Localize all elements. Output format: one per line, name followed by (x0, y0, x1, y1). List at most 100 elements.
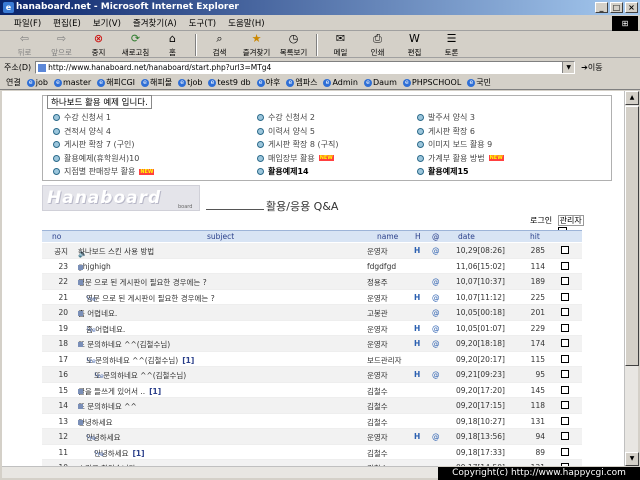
admin-link[interactable]: 관리자 (557, 215, 584, 226)
author-name[interactable]: 운영자 (367, 370, 388, 381)
select-checkbox[interactable] (561, 354, 569, 363)
example-link[interactable]: 이미지 보드 활용 9 (417, 139, 492, 150)
example-link[interactable]: 수강 신청서 2 (257, 112, 315, 123)
edit-button[interactable]: W 편집 (396, 32, 433, 58)
select-checkbox[interactable] (561, 370, 569, 378)
example-link[interactable]: 게시판 확장 8 (구직) (257, 139, 338, 150)
email-icon[interactable]: @ (432, 432, 440, 441)
example-link[interactable]: 매입장부 활용 NEW (257, 153, 334, 164)
select-checkbox[interactable] (561, 339, 569, 347)
email-icon[interactable]: @ (432, 339, 440, 348)
homepage-icon[interactable]: H (414, 370, 420, 379)
example-link[interactable]: 게시판 확장 6 (417, 126, 475, 137)
select-checkbox[interactable] (561, 246, 569, 254)
forward-button[interactable]: ⇨ 앞으로 (43, 32, 80, 58)
homepage-icon[interactable]: H (414, 246, 420, 255)
post-subject[interactable]: 또 문의하네요 ^^(김철수님) (78, 339, 170, 350)
link-job[interactable]: e job (26, 78, 48, 87)
example-link[interactable]: 활용예제15 (417, 166, 469, 177)
select-checkbox[interactable] (561, 416, 569, 425)
scroll-thumb[interactable] (625, 106, 639, 366)
email-icon[interactable]: @ (432, 370, 440, 379)
maximize-button[interactable]: □ (610, 2, 623, 13)
email-icon[interactable]: @ (432, 308, 440, 317)
select-checkbox[interactable] (561, 401, 569, 409)
menu-file[interactable]: 파일(F) (14, 17, 41, 29)
homepage-icon[interactable]: H (414, 432, 420, 441)
author-name[interactable]: 운영자 (367, 324, 388, 335)
post-subject[interactable]: └re 또 문의하네요 ^^(김철수님) (94, 370, 186, 381)
example-link[interactable]: 수강 신청서 1 (53, 112, 111, 123)
horizontal-scrollbar[interactable] (2, 466, 438, 478)
link-admin[interactable]: e Admin (323, 78, 358, 87)
menu-favorites[interactable]: 즐겨찾기(A) (133, 17, 177, 29)
homepage-icon[interactable]: H (414, 324, 420, 333)
close-button[interactable]: × (625, 2, 638, 13)
link-phpschool[interactable]: e PHPSCHOOL (402, 78, 461, 87)
select-checkbox[interactable] (561, 261, 569, 270)
email-icon[interactable]: @ (432, 293, 440, 302)
author-name[interactable]: 김철수 (367, 386, 388, 397)
menu-help[interactable]: 도움말(H) (228, 17, 264, 29)
author-name[interactable]: 운영자 (367, 293, 388, 304)
author-name[interactable]: 김철수 (367, 401, 388, 412)
menu-tools[interactable]: 도구(T) (189, 17, 216, 29)
link-master[interactable]: e master (53, 78, 91, 87)
link-happycgi[interactable]: e 해피CGI (97, 77, 135, 88)
example-link[interactable]: 이력서 양식 5 (257, 126, 315, 137)
vertical-scrollbar[interactable]: ▲ ▼ (624, 91, 639, 466)
example-link[interactable]: 활용예제14 (257, 166, 309, 177)
link-daum[interactable]: e Daum (363, 78, 397, 87)
post-subject[interactable]: └re 안녕하세요 (86, 432, 121, 443)
minimize-button[interactable]: _ (595, 2, 608, 13)
menu-view[interactable]: 보기(V) (93, 17, 121, 29)
discuss-button[interactable]: ☰ 토론 (433, 32, 470, 58)
example-link[interactable]: 게시판 확장 7 (구인) (53, 139, 134, 150)
address-input[interactable]: http://www.hanaboard.net/hanaboard/start… (35, 60, 576, 74)
author-name[interactable]: fdgdfgd (367, 262, 396, 271)
author-name[interactable]: 보드관리자 (367, 355, 402, 366)
email-icon[interactable]: @ (432, 277, 440, 286)
email-icon[interactable]: @ (432, 246, 440, 255)
menu-edit[interactable]: 편집(E) (53, 17, 81, 29)
select-checkbox[interactable] (561, 432, 569, 440)
example-link[interactable]: 지점별 판매장부 활용 NEW (53, 166, 155, 177)
home-button[interactable]: ⌂ 홈 (154, 32, 191, 58)
select-checkbox[interactable] (561, 447, 569, 456)
homepage-icon[interactable]: H (414, 293, 420, 302)
post-subject[interactable]: 글을 들쓰게 있어서 .. [1] (78, 386, 161, 397)
author-name[interactable]: 고봉관 (367, 308, 388, 319)
search-button[interactable]: ⌕ 검색 (201, 32, 238, 58)
link-test9db[interactable]: e test9 db (208, 78, 251, 87)
favorites-button[interactable]: ★ 즐겨찾기 (238, 32, 275, 58)
author-name[interactable]: 운영자 (367, 432, 388, 443)
link-kookmin[interactable]: e 국민 (467, 77, 491, 88)
example-link[interactable]: 견적서 양식 4 (53, 126, 111, 137)
scroll-up-icon[interactable]: ▲ (625, 91, 639, 105)
history-button[interactable]: ◷ 목록보기 (275, 32, 312, 58)
link-happymall[interactable]: e 해피몰 (141, 77, 172, 88)
post-subject[interactable]: 또 문의하네요 ^^ (78, 401, 137, 412)
homepage-icon[interactable]: H (414, 339, 420, 348)
back-button[interactable]: ⇦ 뒤로 (6, 32, 43, 58)
post-subject[interactable]: └re 좀 어렵네요. (86, 324, 125, 335)
login-link[interactable]: 로그인 (530, 216, 552, 225)
post-subject[interactable]: 영문 으로 된 게시판이 필요한 경우에는 ? (78, 277, 207, 288)
mail-button[interactable]: ✉ 메일 (322, 32, 359, 58)
post-subject[interactable]: └re 안녕하세요 [1] (94, 448, 145, 459)
address-dropdown-icon[interactable]: ▼ (562, 61, 575, 73)
post-subject[interactable]: 안녕하세요 (78, 417, 113, 428)
select-checkbox[interactable] (561, 277, 569, 285)
post-subject[interactable]: ghjghigh (78, 262, 111, 271)
email-icon[interactable]: @ (432, 324, 440, 333)
post-subject[interactable]: 🔈 하나보드 스킨 사용 방법 (78, 246, 154, 258)
author-name[interactable]: 운영자 (367, 339, 388, 350)
scroll-down-icon[interactable]: ▼ (625, 452, 639, 466)
post-subject[interactable]: └re 또 문의하네요 ^^(김철수님) [1] (86, 355, 194, 366)
author-name[interactable]: 김철수 (367, 448, 388, 459)
link-empas[interactable]: e 엠파스 (286, 77, 317, 88)
example-link[interactable]: 활용예제(휴학원서)10 (53, 153, 139, 164)
select-checkbox[interactable] (561, 385, 569, 394)
post-subject[interactable]: └re 영문 으로 된 게시판이 필요한 경우에는 ? (86, 293, 215, 304)
example-link[interactable]: 가계부 활용 방법 NEW (417, 153, 504, 164)
